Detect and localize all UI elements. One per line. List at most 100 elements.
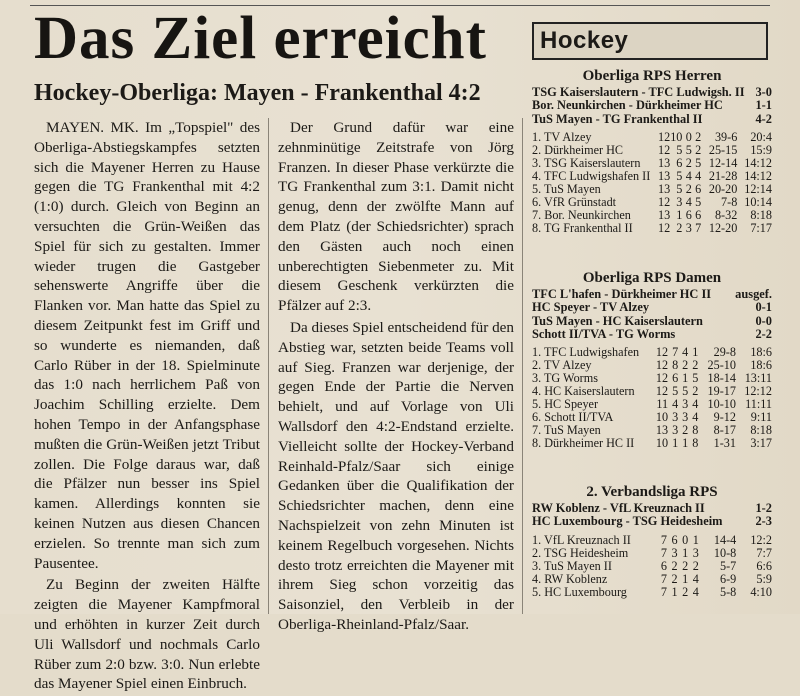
points: 12:14: [744, 181, 772, 196]
goal-difference: 12-14: [708, 155, 738, 170]
stat-n: 2: [695, 129, 702, 144]
stat-u: 3: [685, 220, 692, 235]
stat-n: 6: [695, 207, 702, 222]
stat-n: 3: [692, 545, 699, 560]
team-name: 7. Bor. Neunkirchen: [532, 207, 631, 222]
column-divider: [268, 118, 269, 614]
result-match: HC Luxembourg - TSG Heidesheim: [532, 514, 723, 529]
stat-s: 3: [676, 194, 683, 209]
standings-row: 1. VfL Kreuznach II 7 6 0 1 14-4 12:2: [532, 532, 772, 547]
stat-sp: 6: [660, 558, 667, 573]
stat-s: 6: [671, 532, 678, 547]
standings-row: 3. TSG Kaiserslautern 13 6 2 5 12-14 14:12: [532, 155, 772, 170]
paragraph: Der Grund dafür war eine zehnminütige Ze…: [278, 119, 514, 315]
result-score: 1-1: [755, 98, 772, 113]
result-match: TuS Mayen - HC Kaiserslautern: [532, 313, 703, 328]
points: 5:9: [756, 571, 772, 586]
standings-row: 6. VfR Grünstadt 12 3 4 5 7-8 10:14: [532, 194, 772, 209]
standings-row: 4. RW Koblenz 7 2 1 4 6-9 5:9: [532, 571, 772, 586]
stat-u: 1: [682, 545, 689, 560]
result-row: Bor. Neunkirchen - Dürkheimer HC 1-1: [532, 99, 772, 112]
stat-u: 6: [685, 207, 692, 222]
subheadline: Hockey-Oberliga: Mayen - Frankenthal 4:2: [34, 80, 481, 106]
stat-sp: 7: [660, 571, 667, 586]
goal-difference: 20-20: [708, 181, 738, 196]
team-name: 5. HC Luxembourg: [532, 584, 627, 599]
stat-u: 4: [685, 168, 692, 183]
stat-s: 3: [671, 545, 678, 560]
result-score: 2-2: [755, 326, 772, 341]
damen-section: Oberliga RPS Damen TFC L'hafen - Dürkheim…: [532, 270, 772, 451]
result-row: HC Luxembourg - TSG Heidesheim 2-3: [532, 515, 772, 528]
goal-difference: 8-32: [714, 207, 738, 222]
stat-sp: 13: [658, 168, 671, 183]
stat-n: 1: [692, 532, 699, 547]
stat-sp: 13: [658, 207, 671, 222]
stat-s: 5: [676, 181, 683, 196]
team-name: 6. VfR Grünstadt: [532, 194, 617, 209]
stat-n: 6: [695, 181, 702, 196]
goal-difference: 5-7: [719, 558, 737, 573]
standings-row: 5. TuS Mayen 13 5 2 6 20-20 12:14: [532, 181, 772, 196]
result-score: 4-2: [755, 111, 772, 126]
result-row: TuS Mayen - TG Frankenthal II 4-2: [532, 111, 772, 126]
stat-u: 0: [685, 129, 692, 144]
stat-sp: 13: [658, 155, 671, 170]
headline: Das Ziel erreicht: [34, 5, 487, 72]
points: 20:4: [750, 129, 772, 144]
stat-s: 2: [671, 571, 678, 586]
points: 12:2: [750, 532, 772, 547]
stat-n: 2: [692, 558, 699, 573]
stat-sp: 12: [658, 129, 671, 144]
result-row: HC Speyer - TV Alzey 0-1: [532, 301, 772, 314]
goal-difference: 14-4: [713, 532, 737, 547]
standings-row: 2. Dürkheimer HC 12 5 5 2 25-15 15:9: [532, 142, 772, 157]
stat-sp: 12: [658, 220, 671, 235]
stat-u: 2: [682, 584, 689, 599]
stat-s: 1: [676, 207, 683, 222]
stat-s: 2: [676, 220, 683, 235]
stat-u: 2: [685, 155, 692, 170]
points: 14:12: [744, 155, 772, 170]
points: 4:10: [750, 584, 772, 599]
team-name: 8. Dürkheimer HC II: [532, 436, 635, 451]
stat-u: 2: [682, 558, 689, 573]
stat-sp: 12: [658, 194, 671, 209]
stat-sp: 7: [660, 584, 667, 599]
team-name: 4. RW Koblenz: [532, 571, 608, 586]
stat-s: 5: [676, 142, 683, 157]
goal-difference: 12-20: [708, 220, 738, 235]
standings-row: 5. HC Luxembourg 7 1 2 4 5-8 4:10: [532, 584, 772, 599]
verbandsliga-title: 2. Verbandsliga RPS: [586, 484, 718, 500]
section-label-box: Hockey: [532, 22, 768, 60]
stat-s: 10: [670, 129, 683, 144]
team-name: 1. TV Alzey: [532, 129, 592, 144]
points: 10:14: [744, 194, 772, 209]
stat-n: 2: [695, 142, 702, 157]
stat-sp: 12: [658, 142, 671, 157]
stat-sp: 7: [660, 545, 667, 560]
stat-s: 5: [676, 168, 683, 183]
goal-difference: 25-15: [708, 142, 738, 157]
points: 14:12: [744, 168, 772, 183]
result-match: Bor. Neunkirchen - Dürkheimer HC: [532, 98, 723, 113]
result-row: TuS Mayen - HC Kaiserslautern 0-0: [532, 313, 772, 328]
stat-n: 8: [692, 436, 699, 451]
stat-sp: 13: [658, 181, 671, 196]
team-name: 3. TuS Mayen II: [532, 558, 612, 573]
article-column-2: Der Grund dafür war eine zehnminütige Ze…: [278, 118, 514, 637]
standings-row: 2. TSG Heidesheim 7 3 1 3 10-8 7:7: [532, 545, 772, 560]
stat-s: 1: [672, 436, 679, 451]
team-name: 2. Dürkheimer HC: [532, 142, 624, 157]
stat-u: 5: [685, 142, 692, 157]
standings-table: 1. VfL Kreuznach II 7 6 0 1 14-4 12:2 2. TSG He…: [532, 532, 772, 599]
stat-u: 2: [685, 181, 692, 196]
section-label: Hockey: [540, 27, 629, 54]
result-match: TuS Mayen - TG Frankenthal II: [532, 111, 703, 126]
team-name: 1. VfL Kreuznach II: [532, 532, 631, 547]
standings-row: 4. TFC Ludwigshafen II 13 5 4 4 21-28 14:12: [532, 168, 772, 183]
points: 15:9: [750, 142, 772, 157]
team-name: 2. TSG Heidesheim: [532, 545, 629, 560]
goal-difference: 6-9: [719, 571, 737, 586]
team-name: 3. TSG Kaiserslautern: [532, 155, 641, 170]
